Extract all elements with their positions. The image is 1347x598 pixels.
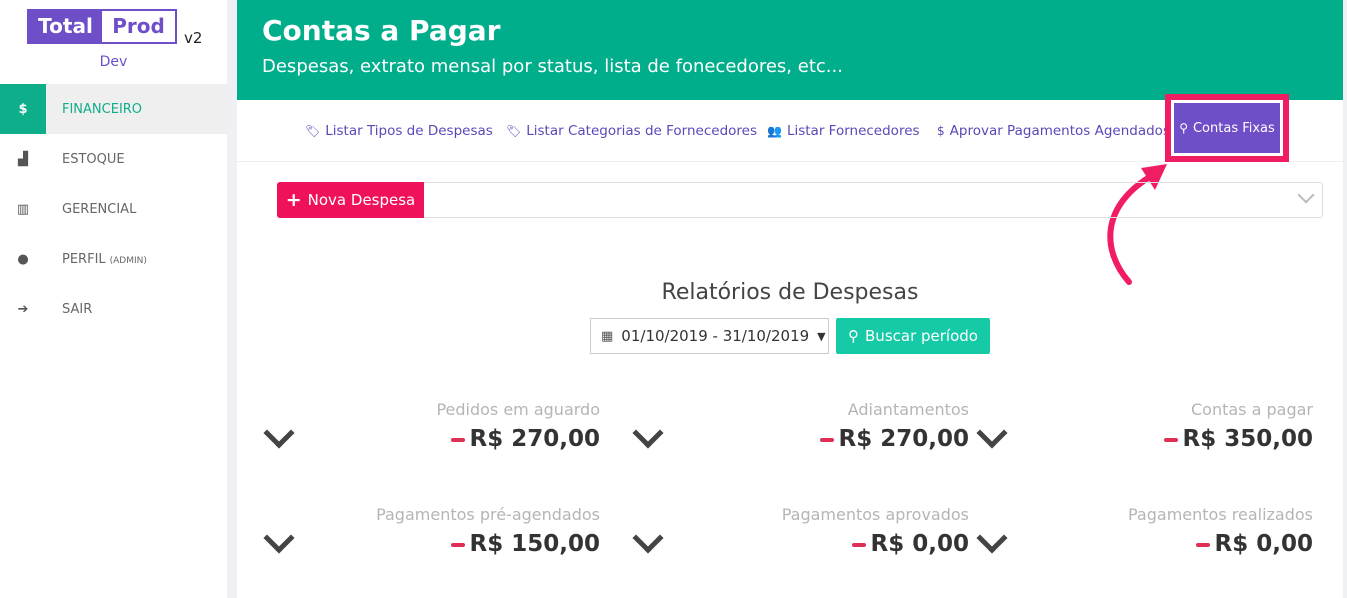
chevron-down-icon[interactable] bbox=[263, 522, 295, 554]
chevron-down-icon[interactable] bbox=[632, 417, 664, 449]
minus-icon bbox=[1195, 542, 1210, 547]
sidebar-item-estoque[interactable]: ▟ ESTOQUE bbox=[0, 134, 227, 184]
sidebar-item-gerencial[interactable]: ▥ GERENCIAL bbox=[0, 184, 227, 234]
card-label: Contas a pagar bbox=[1191, 400, 1313, 419]
page-header: Contas a Pagar Despesas, extrato mensal … bbox=[237, 0, 1343, 100]
tags-icon: 🏷 bbox=[506, 124, 522, 138]
summary-card: Pedidos em aguardo R$ 270,00 bbox=[260, 400, 600, 480]
card-amount: R$ 270,00 bbox=[469, 426, 600, 452]
sidebar-item-financeiro[interactable]: $ FINANCEIRO bbox=[0, 84, 227, 134]
sidebar-divider bbox=[227, 0, 237, 598]
button-label: Buscar período bbox=[865, 327, 978, 345]
tab-label: Listar Tipos de Despesas bbox=[325, 123, 493, 139]
page-subtitle: Despesas, extrato mensal por status, lis… bbox=[262, 56, 843, 77]
sidebar-item-label: ESTOQUE bbox=[62, 151, 125, 167]
nova-despesa-button[interactable]: + Nova Despesa bbox=[277, 182, 424, 218]
card-label: Adiantamentos bbox=[847, 400, 969, 419]
bar-chart-icon: ▥ bbox=[16, 201, 30, 217]
tab-listar-fornecedores[interactable]: 👥 Listar Fornecedores bbox=[767, 123, 920, 139]
button-label: Nova Despesa bbox=[307, 191, 416, 209]
card-amount: R$ 0,00 bbox=[1214, 531, 1313, 557]
card-value: R$ 270,00 bbox=[819, 426, 969, 452]
tab-label: Aprovar Pagamentos Agendados bbox=[949, 123, 1170, 139]
card-value: R$ 270,00 bbox=[450, 426, 600, 452]
tab-label: Contas Fixas bbox=[1192, 120, 1275, 136]
sidebar-item-label: SAIR bbox=[62, 301, 93, 317]
card-amount: R$ 270,00 bbox=[838, 426, 969, 452]
sidebar-nav: $ FINANCEIRO ▟ ESTOQUE ▥ GERENCIAL ● PER… bbox=[0, 84, 227, 334]
minus-icon bbox=[450, 437, 465, 442]
card-amount: R$ 0,00 bbox=[870, 531, 969, 557]
sidebar-item-label: FINANCEIRO bbox=[62, 101, 143, 117]
tag-icon: 🏷 bbox=[305, 124, 321, 138]
minus-icon bbox=[1163, 437, 1178, 442]
card-label: Pedidos em aguardo bbox=[436, 400, 600, 419]
map-pin-icon: ⚲ bbox=[1179, 121, 1188, 135]
environment-label: Dev bbox=[99, 54, 128, 70]
tab-label: Listar Categorias de Fornecedores bbox=[526, 123, 758, 139]
minus-icon bbox=[819, 437, 834, 442]
card-label: Pagamentos pré-agendados bbox=[376, 505, 600, 524]
buscar-periodo-button[interactable]: ⚲ Buscar período bbox=[836, 318, 990, 354]
calendar-icon: ▦ bbox=[601, 328, 614, 344]
chevron-down-icon[interactable] bbox=[1297, 186, 1315, 204]
role-badge: (ADMIN) bbox=[109, 255, 147, 266]
user-icon: ● bbox=[17, 251, 29, 267]
report-title: Relatórios de Despesas bbox=[661, 280, 919, 305]
search-icon: ⚲ bbox=[848, 327, 860, 345]
card-label: Pagamentos realizados bbox=[1128, 505, 1313, 524]
card-value: R$ 0,00 bbox=[1195, 531, 1313, 557]
users-icon: 👥 bbox=[767, 124, 782, 138]
logo-part-prod: Prod bbox=[112, 14, 165, 38]
caret-down-icon: ▼ bbox=[817, 329, 826, 343]
dollar-icon: $ bbox=[0, 84, 46, 134]
tab-listar-categorias-fornecedores[interactable]: 🏷 Listar Categorias de Fornecedores bbox=[506, 123, 757, 139]
period-picker[interactable]: ▦ 01/10/2019 - 31/10/2019 ▼ bbox=[590, 318, 829, 354]
card-value: R$ 0,00 bbox=[851, 531, 969, 557]
card-amount: R$ 350,00 bbox=[1182, 426, 1313, 452]
card-label: Pagamentos aprovados bbox=[781, 505, 969, 524]
summary-card: Adiantamentos R$ 270,00 bbox=[629, 400, 969, 480]
card-value: R$ 150,00 bbox=[450, 531, 600, 557]
sidebar-item-label: GERENCIAL bbox=[62, 201, 137, 217]
tab-label: Listar Fornecedores bbox=[786, 123, 920, 139]
main-content: Contas a Pagar Despesas, extrato mensal … bbox=[237, 0, 1343, 598]
plus-icon: + bbox=[285, 189, 302, 211]
annotation-arrow-icon bbox=[1107, 164, 1167, 285]
chevron-down-icon[interactable] bbox=[632, 522, 664, 554]
sidebar-item-perfil[interactable]: ● PERFIL (ADMIN) bbox=[0, 234, 227, 284]
card-amount: R$ 150,00 bbox=[469, 531, 600, 557]
summary-card: Pagamentos realizados R$ 0,00 bbox=[973, 505, 1313, 585]
logo: Total Prod bbox=[27, 9, 177, 44]
summary-card: Pagamentos pré-agendados R$ 150,00 bbox=[260, 505, 600, 585]
page-title: Contas a Pagar bbox=[262, 14, 501, 47]
expense-toolbar: + Nova Despesa bbox=[277, 182, 1323, 218]
tab-contas-fixas-inner[interactable]: ⚲ Contas Fixas bbox=[1174, 103, 1280, 153]
logo-part-total: Total bbox=[29, 11, 102, 42]
chevron-down-icon[interactable] bbox=[263, 417, 295, 449]
minus-icon bbox=[851, 542, 866, 547]
sidebar: Total Prod v2 Dev $ FINANCEIRO ▟ ESTOQUE… bbox=[0, 0, 227, 598]
tab-listar-tipos-despesas[interactable]: 🏷 Listar Tipos de Despesas bbox=[305, 123, 493, 139]
app-version: v2 bbox=[184, 29, 203, 47]
card-value: R$ 350,00 bbox=[1163, 426, 1313, 452]
tab-aprovar-pagamentos[interactable]: $ Aprovar Pagamentos Agendados bbox=[937, 123, 1170, 139]
period-value: 01/10/2019 - 31/10/2019 bbox=[621, 327, 810, 345]
sidebar-item-text: PERFIL bbox=[62, 251, 106, 267]
summary-card: Contas a pagar R$ 350,00 bbox=[973, 400, 1313, 480]
chevron-down-icon[interactable] bbox=[976, 522, 1008, 554]
sidebar-item-sair[interactable]: ➔ SAIR bbox=[0, 284, 227, 334]
sign-out-icon: ➔ bbox=[17, 301, 29, 317]
dollar-icon: $ bbox=[937, 124, 945, 138]
minus-icon bbox=[450, 542, 465, 547]
sidebar-item-label: PERFIL (ADMIN) bbox=[46, 252, 147, 267]
tab-contas-fixas[interactable]: ⚲ Contas Fixas bbox=[1165, 94, 1289, 162]
summary-card: Pagamentos aprovados R$ 0,00 bbox=[629, 505, 969, 585]
chevron-down-icon[interactable] bbox=[976, 417, 1008, 449]
boxes-icon: ▟ bbox=[18, 151, 28, 167]
